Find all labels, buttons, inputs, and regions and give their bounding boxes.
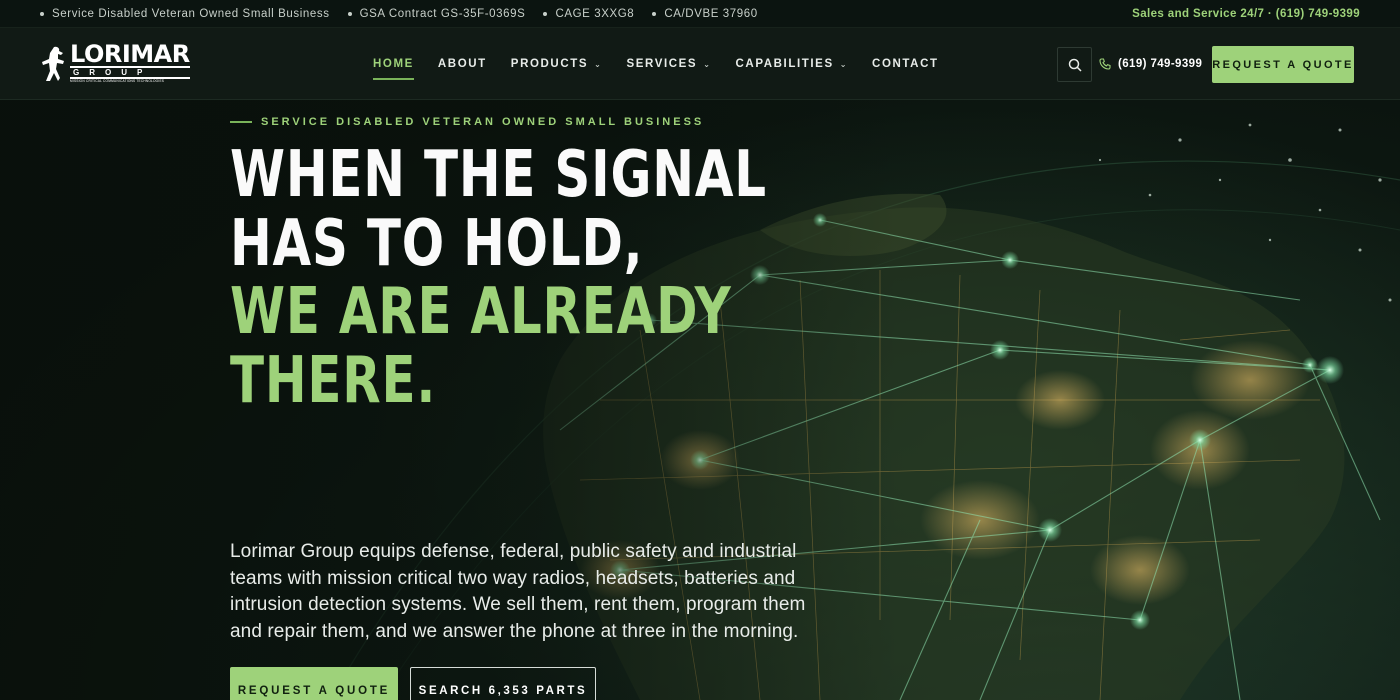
phone-number: (619) 749-9399 [1118, 58, 1203, 70]
nav-item-products[interactable]: PRODUCTS ⌄ [511, 28, 603, 100]
top-info-bar: Service Disabled Veteran Owned Small Bus… [0, 0, 1400, 28]
bullet-icon [652, 11, 657, 16]
nav-label: CONTACT [872, 58, 939, 70]
credential-item: Service Disabled Veteran Owned Small Bus… [40, 8, 330, 20]
headline-line-accent: THERE. [230, 343, 437, 418]
credential-item: CAGE 3XXG8 [543, 8, 634, 20]
logo-wordmark: LORIMAR GROUP MISSION CRITICAL COMMUNICA… [70, 40, 190, 84]
nav-item-home[interactable]: HOME [373, 28, 414, 100]
nav-item-capabilities[interactable]: CAPABILITIES ⌄ [736, 28, 849, 100]
nav-label: HOME [373, 58, 414, 70]
bullet-icon [347, 11, 352, 16]
logo-main-text: LORIMAR [70, 40, 190, 68]
chevron-down-icon: ⌄ [839, 59, 849, 69]
credential-label: Service Disabled Veteran Owned Small Bus… [52, 7, 330, 20]
figure-logo-icon [42, 46, 64, 81]
nav-item-services[interactable]: SERVICES ⌄ [626, 28, 711, 100]
credential-label: CAGE 3XXG8 [555, 7, 635, 20]
bullet-icon [40, 11, 44, 16]
headline-line-accent: WE ARE ALREADY [230, 275, 732, 349]
headline-line: HAS TO HOLD, [230, 206, 644, 281]
hero-description: Lorimar Group equips defense, federal, p… [230, 541, 806, 642]
chevron-down-icon: ⌄ [594, 59, 603, 69]
credential-item: GSA Contract GS-35F-0369S [347, 7, 526, 20]
site-logo[interactable]: LORIMAR GROUP MISSION CRITICAL COMMUNICA… [40, 40, 190, 84]
credential-label: CA/DVBE 37960 [664, 7, 758, 20]
nav-label: CAPABILITIES [735, 58, 834, 70]
eyebrow-rule [230, 121, 252, 123]
nav-item-contact[interactable]: CONTACT [872, 28, 939, 100]
eyebrow-text: SERVICE DISABLED VETERAN OWNED SMALL BUS… [261, 116, 705, 128]
header-phone-link[interactable]: (619) 749-9399 [1099, 56, 1202, 72]
credential-label: GSA Contract GS-35F-0369S [359, 7, 526, 20]
nav-label: ABOUT [437, 58, 487, 70]
hero-request-quote-button[interactable]: REQUEST A QUOTE [230, 667, 398, 700]
logo-tagline: MISSION CRITICAL COMMUNICATIONS TECHNOLO… [70, 79, 165, 83]
logo-sub-text: GROUP [70, 66, 190, 79]
sales-service-phone-link[interactable]: Sales and Service 24/7 · (619) 749-9399 [1132, 8, 1360, 20]
credentials-list: Service Disabled Veteran Owned Small Bus… [40, 8, 776, 20]
hero-headline: WHEN THE SIGNAL HAS TO HOLD, WE ARE ALRE… [230, 141, 918, 415]
nav-label: SERVICES [626, 58, 698, 70]
search-parts-button[interactable]: SEARCH 6,353 PARTS [410, 667, 596, 700]
search-button[interactable] [1057, 47, 1092, 82]
phone-icon [1099, 58, 1111, 70]
main-nav: HOME ABOUT PRODUCTS ⌄ SERVICES ⌄ CAPABILIT… [373, 28, 963, 100]
site-header: LORIMAR GROUP MISSION CRITICAL COMMUNICA… [0, 28, 1400, 100]
hero-eyebrow: SERVICE DISABLED VETERAN OWNED SMALL BUS… [230, 116, 704, 128]
nav-item-about[interactable]: ABOUT [438, 28, 487, 100]
nav-label: PRODUCTS [510, 58, 589, 70]
bullet-icon [543, 11, 548, 16]
chevron-down-icon: ⌄ [703, 59, 712, 69]
request-quote-button[interactable]: REQUEST A QUOTE [1212, 46, 1354, 83]
headline-line: WHEN THE SIGNAL [230, 138, 767, 212]
credential-item: CA/DVBE 37960 [652, 8, 757, 20]
search-icon [1068, 58, 1082, 72]
